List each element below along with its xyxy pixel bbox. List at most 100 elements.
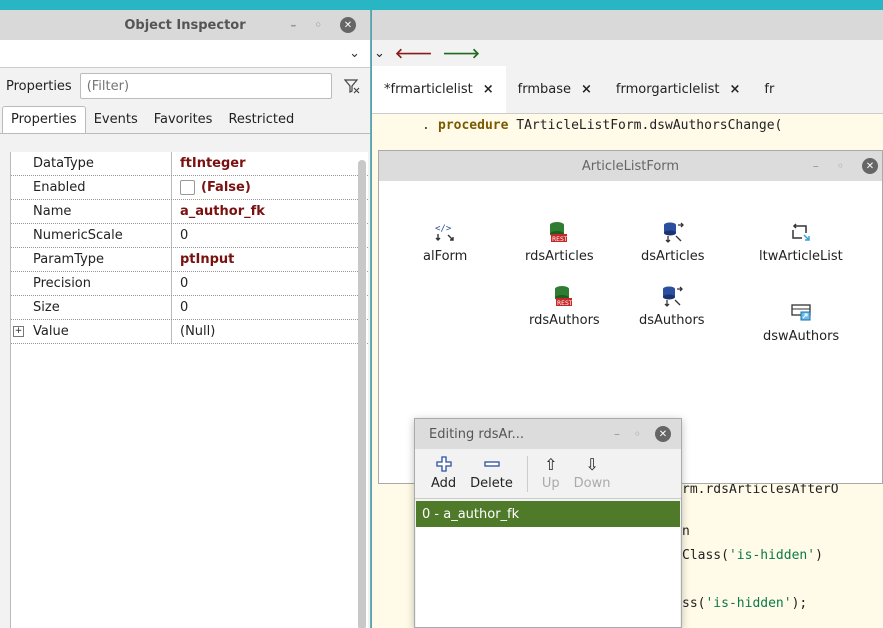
component-label: dsArticles <box>641 249 705 264</box>
component-alform[interactable]: </> alForm <box>423 221 467 264</box>
tab-frmarticlelist[interactable]: *frmarticlelist × <box>372 66 506 113</box>
list-item[interactable]: 0 - a_author_fk <box>416 501 680 527</box>
code-text: Class( <box>682 548 729 563</box>
minimize-icon[interactable]: – <box>614 427 620 441</box>
svg-text:</>: </> <box>435 224 452 234</box>
add-button[interactable]: Add <box>425 456 462 491</box>
plus-icon <box>435 456 452 474</box>
property-row-name[interactable]: Name a_author_fk <box>11 200 368 224</box>
code-line: Class('is-hidden') <box>682 548 823 563</box>
down-button[interactable]: ⇩ Down <box>568 456 617 492</box>
arrow-up-icon: ⇧ <box>544 455 558 474</box>
component-rdsauthors[interactable]: REST rdsAuthors <box>529 285 600 328</box>
property-row-size[interactable]: Size 0 <box>11 296 368 320</box>
restore-icon[interactable]: ◦ <box>314 18 322 32</box>
tab-frmbase[interactable]: frmbase × <box>506 66 604 113</box>
up-label: Up <box>541 476 560 491</box>
property-row-numericscale[interactable]: NumericScale 0 <box>11 224 368 248</box>
property-value-enabled[interactable]: (False) <box>172 180 368 195</box>
close-tab-icon[interactable]: × <box>581 82 592 97</box>
component-rdsarticles[interactable]: REST rdsArticles <box>525 221 594 264</box>
collection-list[interactable]: 0 - a_author_fk <box>416 501 680 627</box>
minimize-icon[interactable]: – <box>813 159 819 173</box>
close-tab-icon[interactable]: × <box>483 82 494 97</box>
string-literal: 'is-hidden' <box>728 548 816 563</box>
expand-icon[interactable]: + <box>13 326 24 337</box>
editor-titlebar[interactable] <box>372 10 883 40</box>
component-label: rdsArticles <box>525 249 594 264</box>
component-selector-combo[interactable]: ⌄ <box>0 40 370 68</box>
delete-button[interactable]: Delete <box>464 456 519 491</box>
filter-label: Properties <box>6 78 72 94</box>
form-title: ArticleListForm <box>581 158 680 174</box>
chevron-down-icon[interactable]: ⌄ <box>349 46 360 61</box>
property-row-paramtype[interactable]: ParamType ptInput <box>11 248 368 272</box>
property-row-datatype[interactable]: DataType ftInteger <box>11 152 368 176</box>
component-dswauthors[interactable]: dswAuthors <box>763 301 839 344</box>
tab-label: frmorgarticlelist <box>615 82 720 97</box>
svg-text:REST: REST <box>552 236 568 243</box>
component-dsarticles[interactable]: dsArticles <box>641 221 705 264</box>
code-line: ss('is-hidden'); <box>682 596 807 611</box>
svg-text:REST: REST <box>557 300 573 307</box>
property-value[interactable]: 0 <box>172 300 368 315</box>
component-label: dswAuthors <box>763 329 840 344</box>
tab-label: fr <box>764 82 775 97</box>
minimize-icon[interactable]: – <box>290 18 296 32</box>
delete-label: Delete <box>470 476 513 491</box>
tab-properties[interactable]: Properties <box>2 106 86 133</box>
close-tab-icon[interactable]: × <box>729 82 740 97</box>
tab-favorites[interactable]: Favorites <box>146 107 221 133</box>
dialog-titlebar[interactable]: Editing rdsAr... – ◦ ✕ <box>415 419 681 449</box>
add-label: Add <box>431 476 457 491</box>
property-grid: DataType ftInteger Enabled (False) Name … <box>10 152 368 628</box>
component-label: alForm <box>423 249 468 264</box>
arrow-right-icon[interactable]: 🡒 <box>442 45 480 62</box>
list-widget-icon <box>790 221 812 243</box>
component-ltwarticlelist[interactable]: ltwArticleList <box>759 221 843 264</box>
code-text: TArticleListForm.dswAuthorsChange( <box>508 118 783 133</box>
property-row-value[interactable]: + Value (Null) <box>11 320 368 344</box>
property-value[interactable]: ftInteger <box>172 156 368 171</box>
tab-events[interactable]: Events <box>86 107 146 133</box>
minus-icon <box>483 456 500 474</box>
datasource-icon <box>662 221 684 243</box>
property-grid-scrollbar[interactable] <box>358 160 366 628</box>
tab-label: *frmarticlelist <box>384 82 473 97</box>
chevron-down-icon[interactable]: ⌄ <box>374 46 385 61</box>
property-name: ParamType <box>11 248 172 271</box>
property-value[interactable]: ptInput <box>172 252 368 267</box>
property-name: Value <box>11 320 172 343</box>
filter-input[interactable] <box>79 73 332 99</box>
close-icon[interactable]: ✕ <box>340 17 356 33</box>
up-button[interactable]: ⇧ Up <box>536 455 566 492</box>
property-name: Enabled <box>11 176 172 199</box>
clear-filter-icon[interactable] <box>340 74 364 98</box>
object-inspector-titlebar[interactable]: Object Inspector – ◦ ✕ <box>0 10 370 40</box>
form-titlebar[interactable]: ArticleListForm – ◦ ✕ <box>379 151 882 181</box>
property-value[interactable]: 0 <box>172 276 368 291</box>
restore-icon[interactable]: ◦ <box>634 427 641 441</box>
code-line: rm.rdsArticlesAfterO <box>682 482 839 497</box>
collection-editor-dialog: Editing rdsAr... – ◦ ✕ Add Delete ⇧ Up ⇩… <box>414 418 682 628</box>
property-row-precision[interactable]: Precision 0 <box>11 272 368 296</box>
tab-restricted[interactable]: Restricted <box>220 107 302 133</box>
property-name: Size <box>11 296 172 319</box>
rest-dataset-icon: REST <box>548 221 570 243</box>
code-text: ) <box>815 548 823 563</box>
tab-frmorgarticlelist[interactable]: frmorgarticlelist × <box>604 66 752 113</box>
arrow-left-icon[interactable]: 🡐 <box>395 45 433 62</box>
component-label: ltwArticleList <box>759 249 843 264</box>
property-name: Name <box>11 200 172 223</box>
enabled-checkbox[interactable] <box>180 180 195 195</box>
tab-overflow[interactable]: fr <box>752 66 786 113</box>
component-dsauthors[interactable]: dsAuthors <box>639 285 705 328</box>
enabled-value-text: (False) <box>201 180 251 195</box>
restore-icon[interactable]: ◦ <box>837 159 844 173</box>
property-value[interactable]: (Null) <box>172 324 368 339</box>
close-icon[interactable]: ✕ <box>655 426 671 442</box>
property-row-enabled[interactable]: Enabled (False) <box>11 176 368 200</box>
close-icon[interactable]: ✕ <box>862 158 878 174</box>
property-value[interactable]: a_author_fk <box>172 204 368 219</box>
property-value[interactable]: 0 <box>172 228 368 243</box>
